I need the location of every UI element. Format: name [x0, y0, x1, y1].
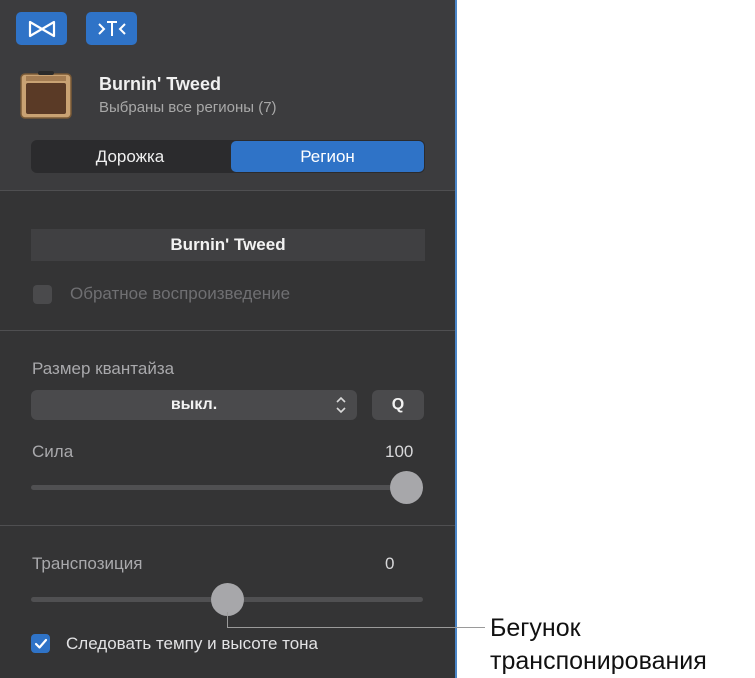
follow-tempo-label: Следовать темпу и высоте тона: [66, 634, 319, 653]
transpose-slider-callout: Бегунок транспонирования: [490, 612, 707, 678]
tab-region[interactable]: Регион: [231, 141, 424, 172]
amp-thumbnail: [20, 71, 72, 119]
bowtie-icon: [28, 20, 55, 37]
follow-tempo-checkbox[interactable]: [31, 634, 50, 653]
strength-value: 100: [385, 442, 414, 461]
strength-label: Сила: [32, 442, 74, 461]
quantize-q-button[interactable]: Q: [372, 390, 424, 420]
bowtie-button[interactable]: [16, 12, 67, 45]
region-name-field[interactable]: Burnin' Tweed: [31, 229, 425, 261]
track-title: Burnin' Tweed: [99, 74, 221, 94]
quantize-label: Размер квантайза: [32, 359, 175, 378]
section-divider-2: [0, 525, 455, 526]
quantize-select[interactable]: выкл.: [31, 390, 357, 420]
split-filter-icon: [97, 20, 126, 36]
chevron-updown-icon: [336, 396, 346, 414]
callout-leader-vertical: [227, 612, 228, 628]
reverse-label: Обратное воспроизведение: [70, 284, 291, 303]
tab-track[interactable]: Дорожка: [31, 140, 229, 173]
inspector-panel: Burnin' Tweed Выбраны все регионы (7) До…: [0, 0, 457, 678]
header-divider: [0, 190, 455, 191]
tab-control: Дорожка Регион: [31, 140, 425, 173]
strength-slider-track[interactable]: [31, 485, 423, 490]
quantize-select-value: выкл.: [170, 396, 218, 413]
callout-line-1: Бегунок: [490, 614, 581, 642]
split-filter-button[interactable]: [86, 12, 137, 45]
inspector-header: Burnin' Tweed Выбраны все регионы (7) До…: [0, 0, 455, 190]
reverse-checkbox[interactable]: [33, 285, 52, 304]
callout-line-2: транспонирования: [490, 647, 707, 675]
selection-subtitle: Выбраны все регионы (7): [99, 99, 277, 116]
strength-slider-knob[interactable]: [390, 471, 423, 504]
transpose-label: Транспозиция: [32, 554, 143, 573]
section-divider-1: [0, 330, 455, 331]
callout-leader-horizontal: [227, 627, 485, 628]
transpose-value: 0: [385, 554, 395, 573]
checkmark-icon: [34, 638, 47, 649]
